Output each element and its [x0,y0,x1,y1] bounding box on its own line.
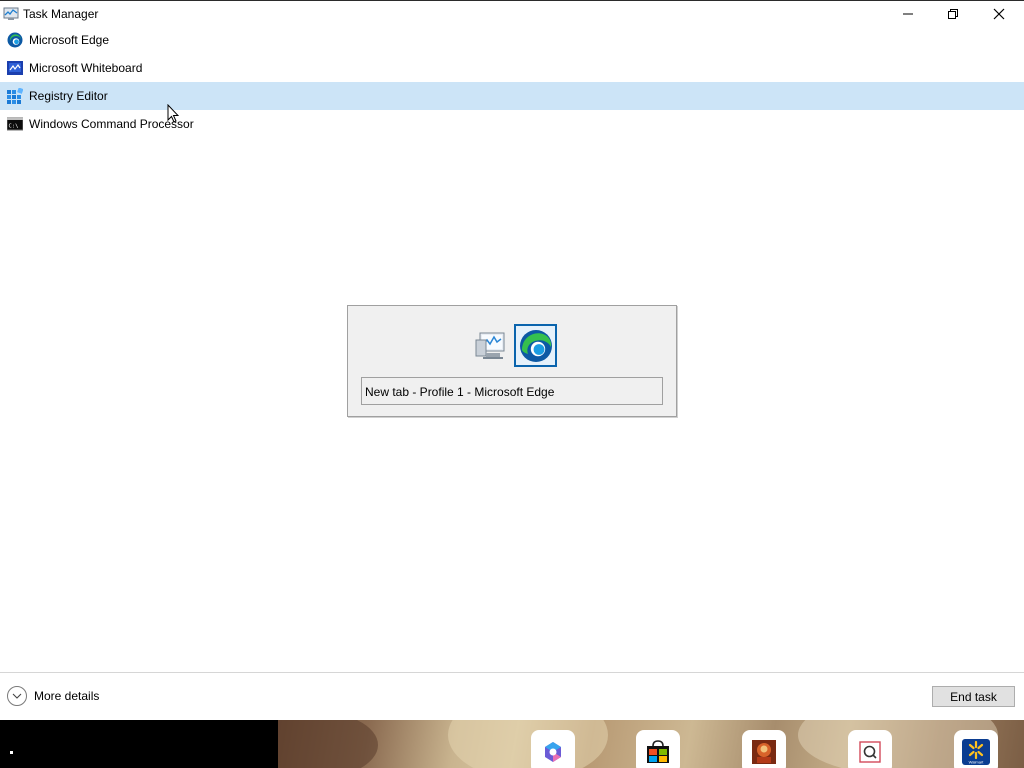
edge-icon [7,32,23,48]
app-label: Registry Editor [29,89,108,103]
copilot-icon[interactable] [531,730,575,768]
switcher-caption: New tab - Profile 1 - Microsoft Edge [361,377,663,405]
wallpaper-swirl [448,720,608,768]
more-details-label: More details [34,689,100,703]
app-label: Microsoft Edge [29,33,110,47]
app-label: Microsoft Whiteboard [29,61,143,75]
window-title: Task Manager [23,7,99,21]
end-task-button[interactable]: End task [932,686,1015,707]
whiteboard-icon [7,60,23,76]
chevron-down-icon [7,686,27,706]
app-row-windows-command-processor[interactable]: C:\ Windows Command Processor [0,110,1024,138]
app-row-microsoft-edge[interactable]: Microsoft Edge [0,26,1024,54]
registry-editor-icon [7,87,24,104]
app-row-registry-editor[interactable]: Registry Editor [0,82,1024,110]
svg-text:Walmart: Walmart [969,760,985,765]
game-icon[interactable] [742,730,786,768]
minimize-icon [903,13,913,15]
title-bar[interactable]: Task Manager [0,1,1024,27]
restore-icon [948,9,958,19]
footer-divider [0,672,1024,673]
alt-tab-switcher: New tab - Profile 1 - Microsoft Edge [347,305,677,417]
search-app-icon[interactable] [848,730,892,768]
cmd-icon: C:\ [6,116,24,132]
svg-text:C:\: C:\ [9,124,19,130]
app-row-microsoft-whiteboard[interactable]: Microsoft Whiteboard [0,54,1024,82]
close-button[interactable] [976,1,1022,27]
edge-icon[interactable] [514,324,557,367]
close-icon [993,8,1005,20]
store-icon[interactable] [636,730,680,768]
minimize-button[interactable] [885,1,931,27]
desktop-wallpaper: Walmart [278,720,1024,768]
taskbar: Walmart [0,720,1024,768]
wallpaper-swirl [278,720,378,768]
walmart-icon[interactable]: Walmart [954,730,998,768]
task-manager-icon[interactable] [474,330,508,362]
task-manager-icon [3,6,19,22]
app-list: Microsoft Edge Microsoft Whiteboard Regi… [0,26,1024,138]
more-details-toggle[interactable]: More details [7,686,99,706]
restore-button[interactable] [930,1,976,27]
start-indicator[interactable] [10,751,13,754]
mouse-cursor-icon [167,104,179,123]
